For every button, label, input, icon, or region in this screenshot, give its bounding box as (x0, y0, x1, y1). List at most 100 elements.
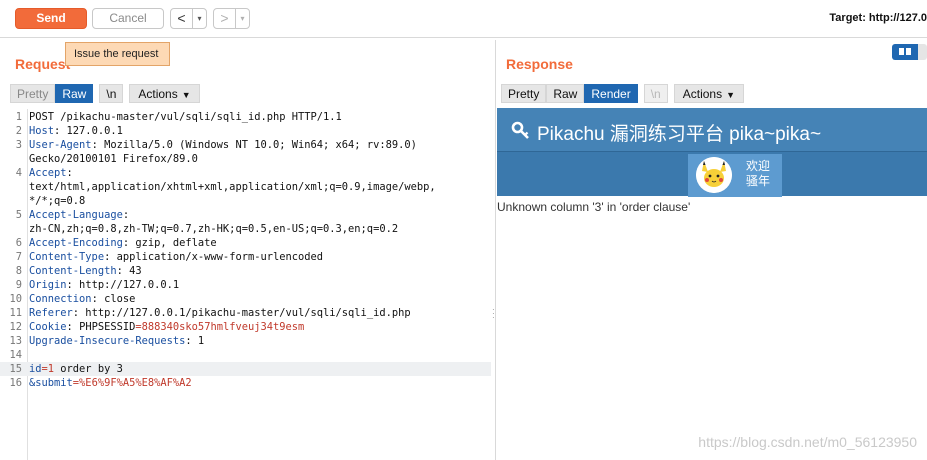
request-editor[interactable]: 1 POST /pikachu-master/vul/sqli/sqli_id.p… (0, 109, 491, 460)
key-icon (511, 121, 529, 139)
line-token: : http://127.0.0.1/pikachu-master/vul/sq… (72, 307, 411, 319)
line-text: Cookie: PHPSESSID=888340sko57hmlfveuj34t… (29, 320, 304, 334)
line-token: Content-Length (29, 265, 117, 277)
line-text: Accept-Encoding: gzip, deflate (29, 236, 217, 250)
line-number: 15 (9, 363, 22, 375)
line-token: text/html,application/xhtml+xml,applicat… (29, 181, 436, 193)
line-token: zh-CN,zh;q=0.8,zh-TW;q=0.7,zh-HK;q=0.5,e… (29, 223, 399, 235)
line-token: =888340sko57hmlfveuj34t9esm (135, 321, 305, 333)
line-number: 16 (9, 377, 22, 389)
response-tab-newline[interactable]: \n (643, 84, 668, 103)
line-text: */*;q=0.8 (29, 194, 85, 208)
request-line: 11 Referer: http://127.0.0.1/pikachu-mast… (0, 306, 491, 320)
line-text: &submit=%E6%9F%A5%E8%AF%A2 (29, 376, 192, 390)
response-tab-pretty[interactable]: Pretty (501, 84, 547, 103)
line-number: 3 (15, 139, 22, 151)
request-line: 8 Content-Length: 43 (0, 264, 491, 278)
request-line: 2 Host: 127.0.0.1 (0, 124, 491, 138)
request-line: 6 Accept-Encoding: gzip, deflate (0, 236, 491, 250)
line-number: 2 (15, 125, 22, 137)
response-actions-button[interactable]: Actions ▼ (673, 84, 745, 103)
request-line: 1 POST /pikachu-master/vul/sqli/sqli_id.p… (0, 110, 491, 124)
watermark: https://blog.csdn.net/m0_56123950 (698, 434, 917, 450)
user-bar: 欢迎 骚年 (497, 151, 927, 197)
line-token: : close (91, 293, 136, 305)
line-number: 6 (15, 237, 22, 249)
site-header: Pikachu 漏洞练习平台 pika~pika~ (497, 108, 927, 151)
line-text: zh-CN,zh;q=0.8,zh-TW;q=0.7,zh-HK;q=0.5,e… (29, 222, 398, 236)
forward-arrow-icon[interactable]: > (214, 9, 235, 28)
line-token: =1 (41, 363, 55, 375)
avatar (696, 157, 732, 193)
request-line: 14 (0, 348, 491, 362)
request-line: 13 Upgrade-Insecure-Requests: 1 (0, 334, 491, 348)
request-line: 4 Accept: (0, 166, 491, 180)
line-text: Content-Type: application/x-www-form-url… (29, 250, 323, 264)
forward-nav-group: > ▾ (213, 8, 250, 29)
request-actions-button[interactable]: Actions ▼ (129, 84, 200, 103)
stacked-layout-icon[interactable] (918, 44, 927, 60)
request-tab-newline[interactable]: \n (99, 84, 124, 103)
line-token: order by 3 (54, 363, 123, 375)
request-line: */*;q=0.8 (0, 194, 491, 208)
split-layout-icon[interactable] (892, 44, 918, 60)
request-tabbar: Pretty Raw \n Actions ▼ (10, 84, 200, 103)
pikachu-icon (696, 157, 732, 193)
line-number: 4 (15, 167, 22, 179)
line-number: 14 (9, 349, 22, 361)
line-text: text/html,application/xhtml+xml,applicat… (29, 180, 436, 194)
request-tab-pretty[interactable]: Pretty (10, 84, 56, 103)
line-number: 5 (15, 209, 22, 221)
line-token: : 127.0.0.1 (54, 125, 123, 137)
request-line: 10 Connection: close (0, 292, 491, 306)
line-token: : 1 (185, 335, 205, 347)
response-tab-raw[interactable]: Raw (546, 84, 585, 103)
line-text: Accept: (29, 166, 73, 180)
chevron-down-icon: ▼ (726, 90, 736, 100)
line-number: 10 (9, 293, 22, 305)
drag-handle-icon[interactable]: · · · (492, 306, 495, 322)
toolbar: Send Cancel < ▾ > ▾ Target: http://127.0 (0, 0, 927, 38)
line-text: Origin: http://127.0.0.1 (29, 278, 179, 292)
line-token: =%E6%9F%A5%E8%AF%A2 (72, 377, 192, 389)
line-number: 9 (15, 279, 22, 291)
line-token: PHPSESSID (79, 321, 136, 333)
line-text: Host: 127.0.0.1 (29, 124, 123, 138)
cancel-button[interactable]: Cancel (92, 8, 164, 29)
layout-toggle[interactable] (892, 44, 927, 60)
line-token: User-Agent (29, 139, 92, 151)
line-token: : http://127.0.0.1 (66, 279, 180, 291)
line-number: 8 (15, 265, 22, 277)
response-title: Response (506, 56, 573, 72)
request-tab-raw[interactable]: Raw (55, 84, 94, 103)
error-message: Unknown column '3' in 'order clause' (497, 200, 691, 214)
line-token: Referer (29, 307, 73, 319)
line-token: Accept-Encoding (29, 237, 123, 249)
response-tab-render[interactable]: Render (584, 84, 638, 103)
line-token: : (66, 167, 73, 179)
line-token: Gecko/20100101 Firefox/89.0 (29, 153, 198, 165)
target-label[interactable]: Target: http://127.0 (829, 12, 927, 24)
request-line: text/html,application/xhtml+xml,applicat… (0, 180, 491, 194)
welcome-text: 欢迎 骚年 (746, 159, 770, 189)
request-line: Gecko/20100101 Firefox/89.0 (0, 152, 491, 166)
user-box[interactable]: 欢迎 骚年 (688, 154, 782, 197)
forward-history-dropdown-icon[interactable]: ▾ (235, 9, 249, 28)
line-token: : application/x-www-form-urlencoded (104, 251, 324, 263)
request-line: zh-CN,zh;q=0.8,zh-TW;q=0.7,zh-HK;q=0.5,e… (0, 222, 491, 236)
line-number: 11 (9, 307, 22, 319)
request-line: 3 User-Agent: Mozilla/5.0 (Windows NT 10.… (0, 138, 491, 152)
pane-divider[interactable] (495, 40, 496, 460)
line-text: User-Agent: Mozilla/5.0 (Windows NT 10.0… (29, 138, 417, 152)
request-line: 12 Cookie: PHPSESSID=888340sko57hmlfveuj3… (0, 320, 491, 334)
response-actions-label: Actions (682, 87, 723, 101)
request-title: Request (15, 56, 71, 72)
request-line: 15 id=1 order by 3 (0, 362, 491, 376)
back-history-dropdown-icon[interactable]: ▾ (192, 9, 206, 28)
line-token: Cookie (29, 321, 67, 333)
welcome-line-2: 骚年 (746, 174, 771, 188)
line-text: id=1 order by 3 (29, 362, 123, 376)
send-button[interactable]: Send (15, 8, 87, 29)
back-arrow-icon[interactable]: < (171, 9, 192, 28)
line-text: Content-Length: 43 (29, 264, 142, 278)
